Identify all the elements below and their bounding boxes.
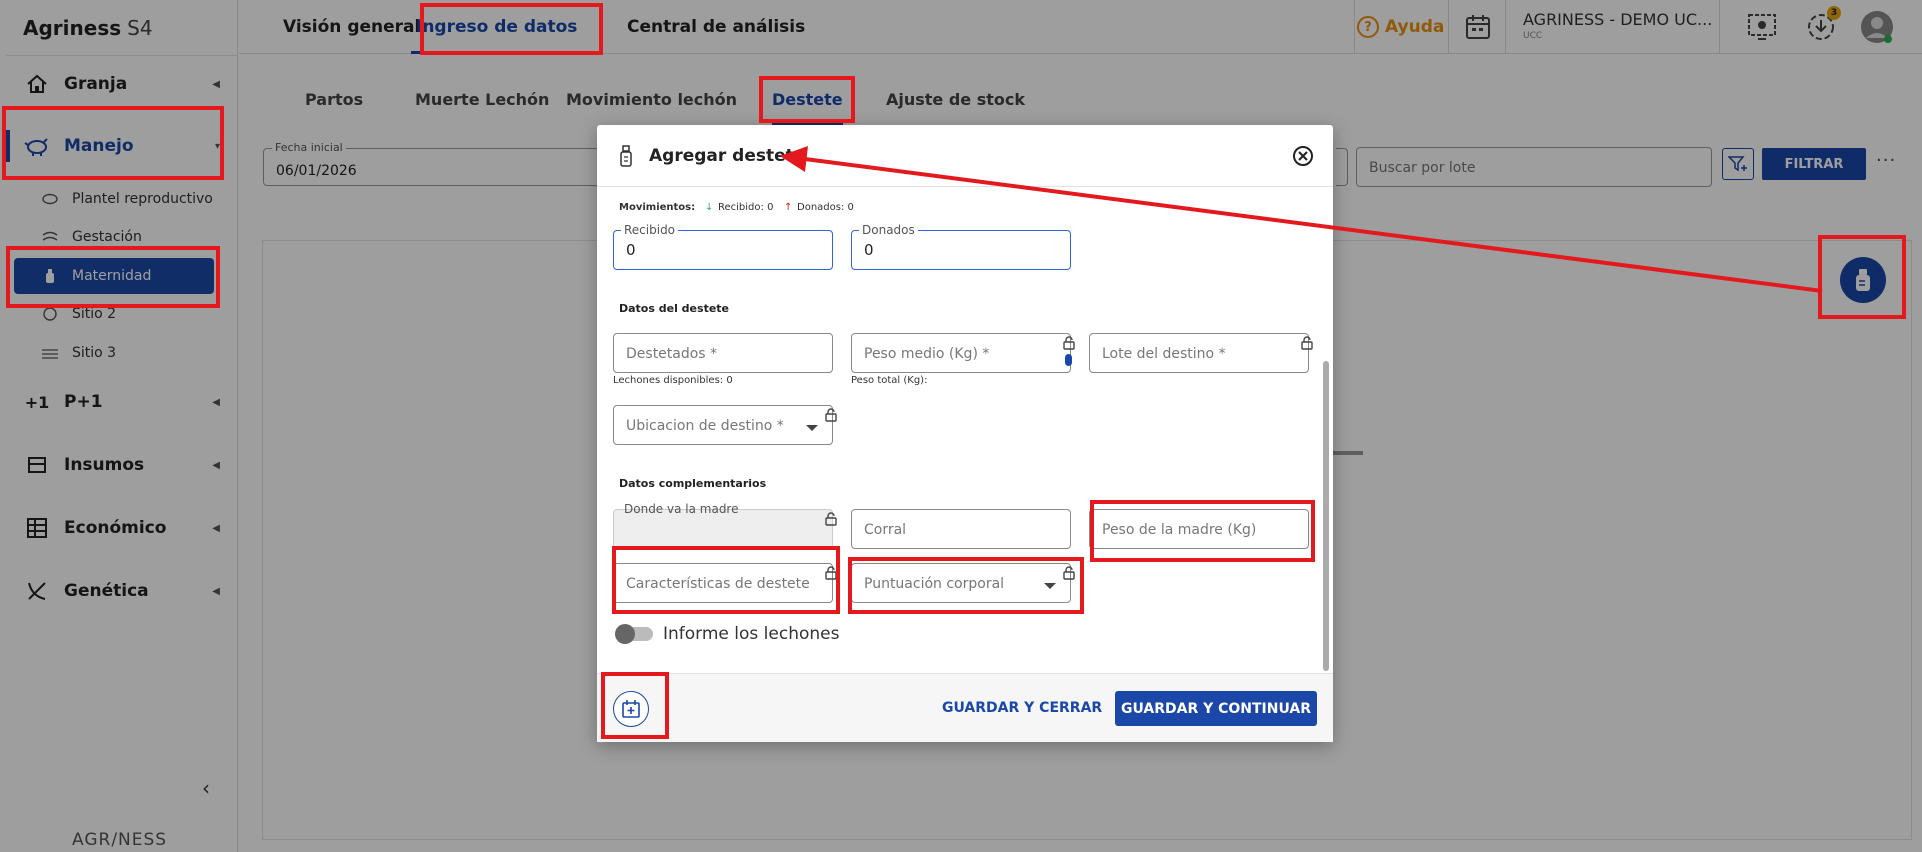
annotation-arrow: [780, 146, 1823, 293]
